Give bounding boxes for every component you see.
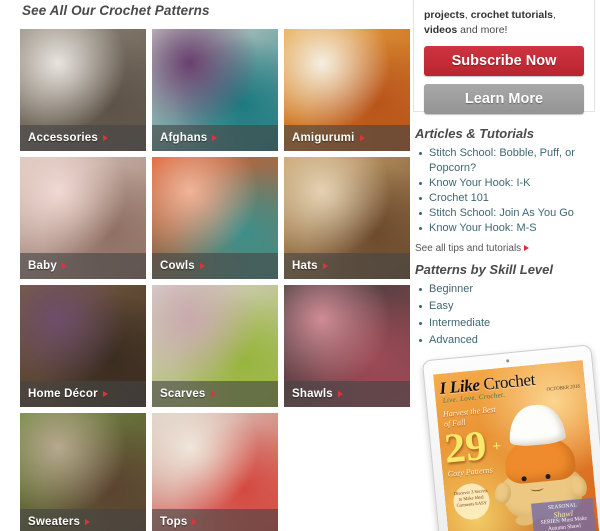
arrow-right-icon [212, 135, 218, 141]
promo-suffix: and more! [457, 23, 508, 36]
cover-title-part2: Crochet [482, 369, 536, 394]
arrow-right-icon [199, 263, 205, 269]
cover-seasonal-series-badge: SEASONAL Shawl SERIES: Must Make Autumn … [531, 497, 597, 531]
category-tile[interactable]: Shawls [284, 285, 410, 407]
category-tile[interactable]: Hats [284, 157, 410, 279]
arrow-right-icon [192, 519, 198, 525]
list-item[interactable]: Intermediate [419, 316, 600, 331]
category-label-bar: Home Décor [20, 381, 146, 407]
list-item[interactable]: Know Your Hook: M-S [419, 221, 600, 236]
category-label: Cowls [160, 260, 195, 272]
main-content-column: See All Our Crochet Patterns Accessories… [20, 0, 410, 531]
category-tile[interactable]: Baby [20, 157, 146, 279]
see-all-tips-link[interactable]: See all tips and tutorials [413, 243, 600, 254]
category-label-bar: Scarves [152, 381, 278, 407]
promo-bold-videos: videos [424, 23, 458, 36]
category-label: Accessories [28, 132, 98, 144]
list-item[interactable]: Stitch School: Bobble, Puff, or Popcorn? [419, 146, 600, 176]
arrow-right-icon [102, 135, 108, 141]
learn-more-button[interactable]: Learn More [424, 83, 584, 114]
arrow-right-icon [524, 245, 530, 251]
magazine-promo[interactable]: I Like Crochet Live. Love. Crochet. OCTO… [421, 344, 600, 531]
category-label-bar: Amigurumi [284, 125, 410, 151]
articles-list: Stitch School: Bobble, Puff, or Popcorn?… [413, 146, 600, 236]
see-all-tips-label: See all tips and tutorials [415, 243, 522, 254]
tablet-device-frame: I Like Crochet Live. Love. Crochet. OCTO… [421, 344, 600, 531]
pattern-category-grid: Accessories Afghans Amigurumi Baby Cowls Hats… [20, 29, 410, 531]
category-tile[interactable]: Scarves [152, 285, 278, 407]
arrow-right-icon [322, 263, 328, 269]
category-label: Shawls [292, 388, 333, 400]
category-tile[interactable]: Amigurumi [284, 29, 410, 151]
category-label-bar: Afghans [152, 125, 278, 151]
list-item[interactable]: Stitch School: Join As You Go [419, 206, 600, 221]
category-label: Hats [292, 260, 318, 272]
sidebar: projects, crochet tutorials, videos and … [413, 0, 600, 531]
arrow-right-icon [61, 263, 67, 269]
category-label: Tops [160, 516, 188, 528]
promo-description: projects, crochet tutorials, videos and … [424, 0, 584, 38]
list-item[interactable]: Beginner [419, 282, 600, 297]
category-tile[interactable]: Cowls [152, 157, 278, 279]
category-tile[interactable]: Tops [152, 413, 278, 531]
category-label-bar: Shawls [284, 381, 410, 407]
category-label-bar: Tops [152, 509, 278, 531]
category-label: Amigurumi [292, 132, 355, 144]
category-label-bar: Cowls [152, 253, 278, 279]
articles-section: Articles & Tutorials Stitch School: Bobb… [413, 120, 600, 254]
category-label-bar: Sweaters [20, 509, 146, 531]
skill-level-list: Beginner Easy Intermediate Advanced [413, 282, 600, 348]
magazine-cover: I Like Crochet Live. Love. Crochet. OCTO… [433, 360, 600, 531]
promo-bold-tutorials: crochet tutorials [470, 9, 553, 21]
category-label-bar: Baby [20, 253, 146, 279]
promo-sep-2: , [552, 9, 556, 21]
category-label: Baby [28, 260, 57, 272]
skill-level-heading: Patterns by Skill Level [415, 262, 554, 277]
category-label: Afghans [160, 132, 208, 144]
articles-heading: Articles & Tutorials [415, 126, 534, 141]
cover-pattern-count: 29 [442, 422, 489, 473]
crochet-patterns-page: See All Our Crochet Patterns Accessories… [0, 0, 600, 531]
skill-level-section: Patterns by Skill Level Beginner Easy Inte… [413, 256, 600, 350]
category-tile[interactable]: Sweaters [20, 413, 146, 531]
category-tile[interactable]: Accessories [20, 29, 146, 151]
category-label: Sweaters [28, 516, 81, 528]
subscribe-now-button[interactable]: Subscribe Now [424, 45, 584, 76]
arrow-right-icon [102, 391, 108, 397]
category-tile[interactable]: Afghans [152, 29, 278, 151]
camera-icon [505, 359, 509, 363]
list-item[interactable]: Crochet 101 [419, 191, 600, 206]
arrow-right-icon [359, 135, 365, 141]
category-tile[interactable]: Home Décor [20, 285, 146, 407]
category-label-bar: Accessories [20, 125, 146, 151]
category-label-bar: Hats [284, 253, 410, 279]
page-title: See All Our Crochet Patterns [22, 3, 210, 18]
cover-pattern-count-plus: + [491, 438, 502, 456]
list-item[interactable]: Easy [419, 299, 600, 314]
arrow-right-icon [337, 391, 343, 397]
subscribe-promo-box: projects, crochet tutorials, videos and … [413, 0, 595, 114]
category-label: Home Décor [28, 388, 98, 400]
list-item[interactable]: Know Your Hook: I-K [419, 176, 600, 191]
promo-bold-projects: projects [424, 9, 465, 21]
category-label: Scarves [160, 388, 206, 400]
arrow-right-icon [210, 391, 216, 397]
arrow-right-icon [85, 519, 91, 525]
